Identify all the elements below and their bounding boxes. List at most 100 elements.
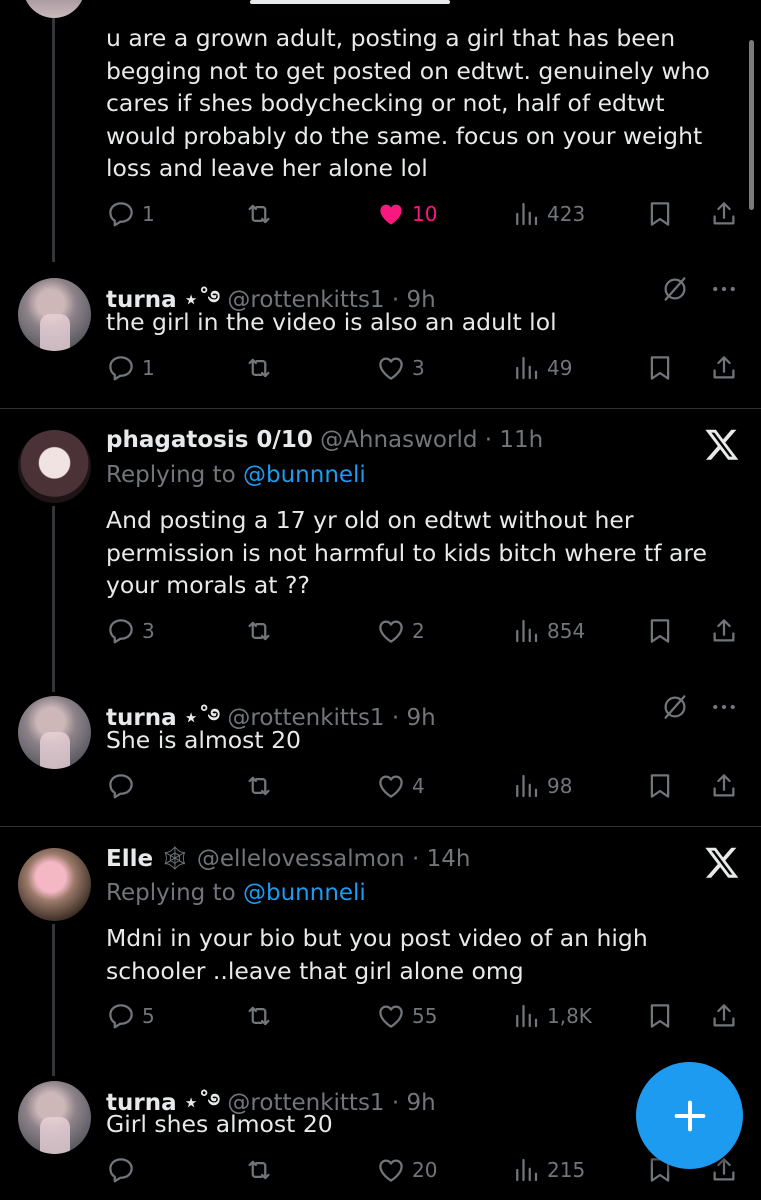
views-icon [511, 771, 541, 801]
mention-link[interactable]: @bunnneli [243, 462, 366, 488]
scrollbar[interactable] [749, 40, 754, 210]
tweet-text: the girl in the video is also an adult l… [106, 308, 557, 336]
reply-button[interactable]: 5 [106, 999, 155, 1033]
views-button[interactable]: 1,8K [511, 999, 592, 1033]
tweet-actions: 5 55 1,8K [0, 999, 761, 1033]
display-name[interactable]: phagatosis 0/10 [106, 427, 313, 453]
reply-icon [106, 353, 136, 383]
bookmark-icon [645, 353, 675, 383]
reply-icon [106, 1155, 136, 1185]
more-icon[interactable] [708, 692, 740, 722]
bookmark-button[interactable] [645, 614, 675, 648]
compose-button[interactable] [636, 1062, 743, 1169]
more-icon[interactable] [708, 274, 740, 304]
tweet-actions: 4 98 [0, 769, 761, 803]
views-button[interactable]: 215 [511, 1153, 585, 1187]
views-count: 98 [547, 774, 573, 798]
name-symbols: 🕸 [160, 846, 190, 872]
handle[interactable]: @ellelovessalmon [197, 846, 405, 872]
x-logo-icon [704, 844, 740, 880]
reply-count: 3 [142, 619, 155, 643]
heart-icon [376, 616, 406, 646]
retweet-button[interactable] [244, 999, 274, 1033]
share-icon [709, 771, 739, 801]
bookmark-icon [645, 199, 675, 229]
like-button[interactable]: 4 [376, 769, 425, 803]
avatar[interactable] [18, 430, 91, 503]
tweet-actions: 20 215 [0, 1153, 761, 1187]
share-button[interactable] [709, 197, 739, 231]
bookmark-button[interactable] [645, 769, 675, 803]
retweet-button[interactable] [244, 1153, 274, 1187]
plus-icon [674, 1100, 705, 1131]
handle[interactable]: @Ahnasworld [320, 427, 477, 453]
like-button[interactable]: 20 [376, 1153, 437, 1187]
timestamp[interactable]: · 14h [412, 846, 470, 872]
reply-button[interactable]: 3 [106, 614, 155, 648]
avatar[interactable] [18, 1081, 91, 1154]
tweet-header: Elle 🕸 @ellelovessalmon · 14h [106, 845, 471, 872]
avatar[interactable] [18, 848, 91, 921]
avatar[interactable] [18, 278, 91, 351]
like-button[interactable]: 55 [376, 999, 437, 1033]
tweet-header: phagatosis 0/10 @Ahnasworld · 11h [106, 427, 543, 453]
share-button[interactable] [709, 614, 739, 648]
views-button[interactable]: 423 [511, 197, 585, 231]
like-button[interactable]: 3 [376, 351, 425, 385]
display-name[interactable]: Elle [106, 846, 153, 872]
retweet-icon [244, 1155, 274, 1185]
tweet-actions: 1 3 49 [0, 351, 761, 385]
tweet-actions: 1 10 423 [0, 197, 761, 231]
avatar[interactable] [18, 696, 91, 769]
mention-link[interactable]: @bunnneli [243, 880, 366, 906]
mute-icon[interactable] [660, 274, 690, 304]
bookmark-button[interactable] [645, 197, 675, 231]
heart-icon [376, 353, 406, 383]
retweet-button[interactable] [244, 197, 274, 231]
share-icon [709, 616, 739, 646]
share-icon [709, 353, 739, 383]
views-count: 1,8K [547, 1004, 592, 1028]
avatar[interactable] [23, 0, 85, 18]
share-button[interactable] [709, 351, 739, 385]
reply-button[interactable]: 1 [106, 351, 155, 385]
thread-line [52, 506, 55, 692]
scroll-indicator [250, 0, 450, 4]
views-icon [511, 616, 541, 646]
views-button[interactable]: 49 [511, 351, 572, 385]
reply-button[interactable] [106, 769, 142, 803]
reply-icon [106, 616, 136, 646]
share-button[interactable] [709, 769, 739, 803]
retweet-button[interactable] [244, 614, 274, 648]
reply-button[interactable]: 1 [106, 197, 155, 231]
reply-button[interactable] [106, 1153, 142, 1187]
reply-count: 1 [142, 356, 155, 380]
timestamp[interactable]: · 11h [485, 427, 543, 453]
x-logo-icon [704, 426, 740, 462]
views-button[interactable]: 98 [511, 769, 572, 803]
like-count: 4 [412, 774, 425, 798]
like-button[interactable]: 2 [376, 614, 425, 648]
views-icon [511, 353, 541, 383]
views-count: 854 [547, 619, 586, 643]
bookmark-button[interactable] [645, 999, 675, 1033]
like-count: 3 [412, 356, 425, 380]
views-button[interactable]: 854 [511, 614, 585, 648]
tweet-text: She is almost 20 [106, 726, 302, 754]
like-count: 2 [412, 619, 425, 643]
views-icon [511, 199, 541, 229]
heart-icon [376, 1155, 406, 1185]
tweet-actions: 3 2 854 [0, 614, 761, 648]
tweet-text: Mdni in your bio but you post video of a… [106, 924, 648, 985]
retweet-button[interactable] [244, 351, 274, 385]
retweet-icon [244, 199, 274, 229]
share-icon [709, 199, 739, 229]
reply-icon [106, 1001, 136, 1031]
replying-prefix: Replying to [106, 462, 243, 488]
mute-icon[interactable] [660, 692, 690, 722]
retweet-button[interactable] [244, 769, 274, 803]
share-button[interactable] [709, 999, 739, 1033]
like-button[interactable]: 10 [376, 197, 437, 231]
reply-count: 1 [142, 202, 155, 226]
bookmark-button[interactable] [645, 351, 675, 385]
